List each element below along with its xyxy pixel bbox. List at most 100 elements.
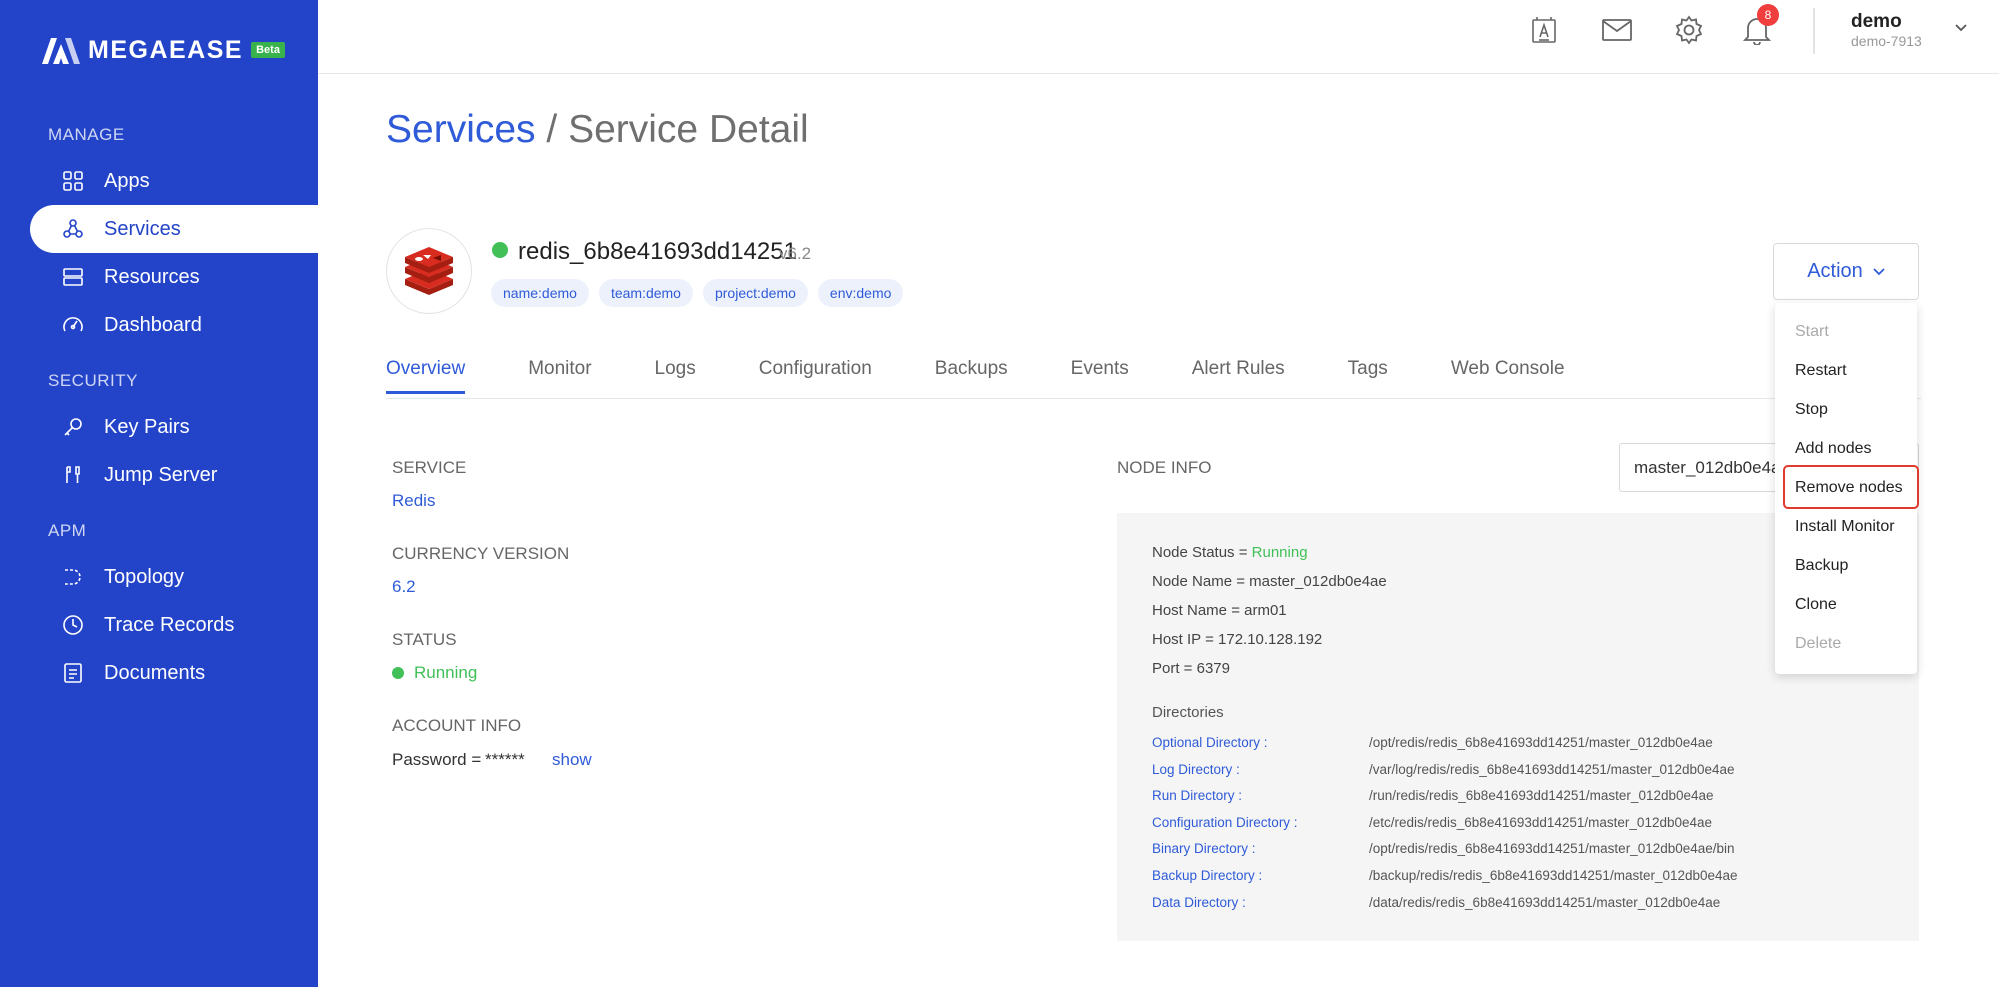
tab-web-console[interactable]: Web Console [1451, 358, 1565, 394]
tabs-divider [386, 398, 1921, 399]
breadcrumb-services-link[interactable]: Services [386, 108, 536, 151]
section-apm: APM [48, 521, 87, 540]
tag-chip[interactable]: project:demo [702, 279, 808, 307]
sidebar-item-apps[interactable]: Apps [30, 157, 318, 205]
directory-name: Log Directory : [1152, 762, 1240, 777]
show-password-link[interactable]: show [552, 750, 592, 770]
menu-item-clone[interactable]: Clone [1795, 596, 1837, 614]
version-value: 6.2 [392, 577, 416, 596]
password-label: Password = [392, 750, 482, 769]
topology-icon [62, 566, 84, 588]
section-security: SECURITY [48, 371, 138, 390]
sidebar-item-trace-records[interactable]: Trace Records [30, 601, 318, 649]
action-button[interactable]: Action [1773, 243, 1919, 300]
tab-overview[interactable]: Overview [386, 358, 466, 394]
directory-path: /etc/redis/redis_6b8e41693dd14251/master… [1369, 815, 1713, 830]
beta-badge: Beta [251, 41, 285, 58]
tab-alert-rules[interactable]: Alert Rules [1192, 358, 1285, 394]
sidebar-item-label: Services [104, 217, 181, 240]
menu-item-add-nodes[interactable]: Add nodes [1795, 440, 1872, 458]
directory-path: /run/redis/redis_6b8e41693dd14251/master… [1369, 788, 1714, 803]
sidebar-item-label: Apps [104, 169, 150, 192]
chevron-down-icon[interactable] [1954, 20, 1968, 38]
notification-count-badge: 8 [1757, 4, 1779, 26]
section-manage: MANAGE [48, 125, 125, 144]
chevron-down-icon [1873, 267, 1885, 275]
directory-name: Backup Directory : [1152, 868, 1263, 883]
redis-logo-icon [405, 247, 453, 295]
menu-item-remove-nodes[interactable]: Remove nodes [1795, 479, 1903, 497]
node-status-value: Running [1251, 544, 1308, 561]
directory-name: Data Directory : [1152, 895, 1246, 910]
menu-item-install-monitor[interactable]: Install Monitor [1795, 518, 1895, 536]
password-mask: ****** [485, 750, 525, 769]
service-version: v6.2 [779, 244, 812, 263]
action-dropdown-menu: Start Restart Stop Add nodes Remove node… [1775, 303, 1919, 674]
sidebar-item-key-pairs[interactable]: Key Pairs [30, 403, 318, 451]
menu-item-backup[interactable]: Backup [1795, 557, 1848, 575]
user-account: demo-7913 [1851, 33, 1922, 49]
menu-item-stop[interactable]: Stop [1795, 401, 1828, 419]
directory-path: /opt/redis/redis_6b8e41693dd14251/master… [1369, 735, 1713, 750]
sidebar-item-documents[interactable]: Documents [30, 649, 318, 697]
megaease-logo-icon [42, 37, 80, 64]
account-info-label: ACCOUNT INFO [392, 716, 522, 735]
directory-name: Optional Directory : [1152, 735, 1268, 750]
settings-gear-icon[interactable] [1673, 14, 1705, 46]
grid-icon [62, 170, 84, 192]
tab-logs[interactable]: Logs [655, 358, 696, 394]
tab-configuration[interactable]: Configuration [759, 358, 872, 394]
directory-name: Configuration Directory : [1152, 815, 1298, 830]
sidebar-item-jump-server[interactable]: Jump Server [30, 451, 318, 499]
topbar-divider [1813, 8, 1815, 54]
node-select-value: master_012db0e4ae [1634, 458, 1790, 477]
tag-chip[interactable]: team:demo [598, 279, 693, 307]
gauge-icon [62, 314, 84, 336]
brand-name: MEGAEASE [88, 36, 244, 64]
node-status-key: Node Status = [1152, 544, 1252, 561]
directory-path: /backup/redis/redis_6b8e41693dd14251/mas… [1369, 868, 1738, 883]
tab-events[interactable]: Events [1071, 358, 1129, 394]
service-type-value: Redis [392, 491, 436, 510]
menu-item-delete: Delete [1795, 635, 1842, 652]
node-status-line: Node Status = Running [1152, 544, 1308, 561]
version-label: CURRENCY VERSION [392, 544, 570, 563]
clock-icon [62, 614, 84, 636]
mail-icon[interactable] [1601, 14, 1633, 46]
sidebar-item-resources[interactable]: Resources [30, 253, 318, 301]
sidebar-item-dashboard[interactable]: Dashboard [30, 301, 318, 349]
tab-tags[interactable]: Tags [1348, 358, 1388, 394]
tag-chip[interactable]: name:demo [491, 279, 589, 307]
status-dot [392, 667, 404, 679]
document-icon [62, 662, 84, 684]
directory-path: /data/redis/redis_6b8e41693dd14251/maste… [1369, 895, 1721, 910]
brand-logo[interactable]: MEGAEASE Beta [42, 36, 285, 65]
tab-monitor[interactable]: Monitor [528, 358, 591, 394]
menu-item-restart[interactable]: Restart [1795, 362, 1847, 380]
breadcrumb-separator: / [546, 108, 558, 151]
sidebar-item-label: Key Pairs [104, 415, 190, 438]
server-icon [62, 266, 84, 288]
host-name-line: Host Name = arm01 [1152, 602, 1287, 619]
host-ip-line: Host IP = 172.10.128.192 [1152, 631, 1323, 648]
font-size-icon[interactable] [1529, 14, 1561, 46]
jump-icon [62, 464, 84, 486]
action-button-label: Action [1807, 260, 1863, 282]
sidebar-item-label: Documents [104, 661, 206, 684]
user-name[interactable]: demo [1851, 11, 1902, 33]
sidebar: MEGAEASE Beta MANAGE Apps Services Resou… [0, 0, 318, 987]
breadcrumb: Services / Service Detail [386, 108, 809, 152]
service-label: SERVICE [392, 458, 467, 477]
service-avatar [386, 228, 472, 314]
directory-name: Run Directory : [1152, 788, 1243, 803]
tab-bar: Overview Monitor Logs Configuration Back… [386, 358, 1565, 394]
service-tags: name:demo team:demo project:demo env:dem… [491, 279, 904, 307]
tab-backups[interactable]: Backups [935, 358, 1008, 394]
key-icon [62, 416, 84, 438]
menu-item-start: Start [1795, 323, 1829, 340]
page-title: Service Detail [568, 108, 809, 151]
sidebar-item-services[interactable]: Services [30, 205, 318, 253]
sidebar-item-topology[interactable]: Topology [30, 553, 318, 601]
tag-chip[interactable]: env:demo [817, 279, 904, 307]
sidebar-item-label: Resources [104, 265, 200, 288]
